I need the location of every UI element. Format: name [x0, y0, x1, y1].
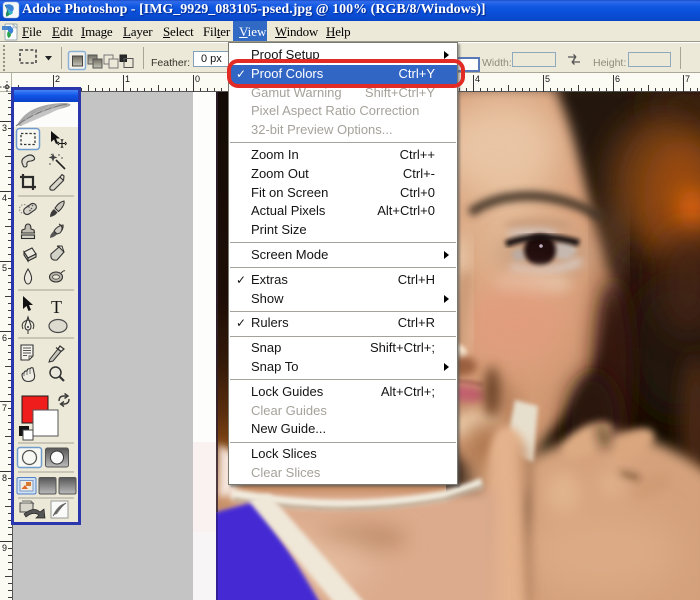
svg-text:T: T: [51, 297, 62, 317]
